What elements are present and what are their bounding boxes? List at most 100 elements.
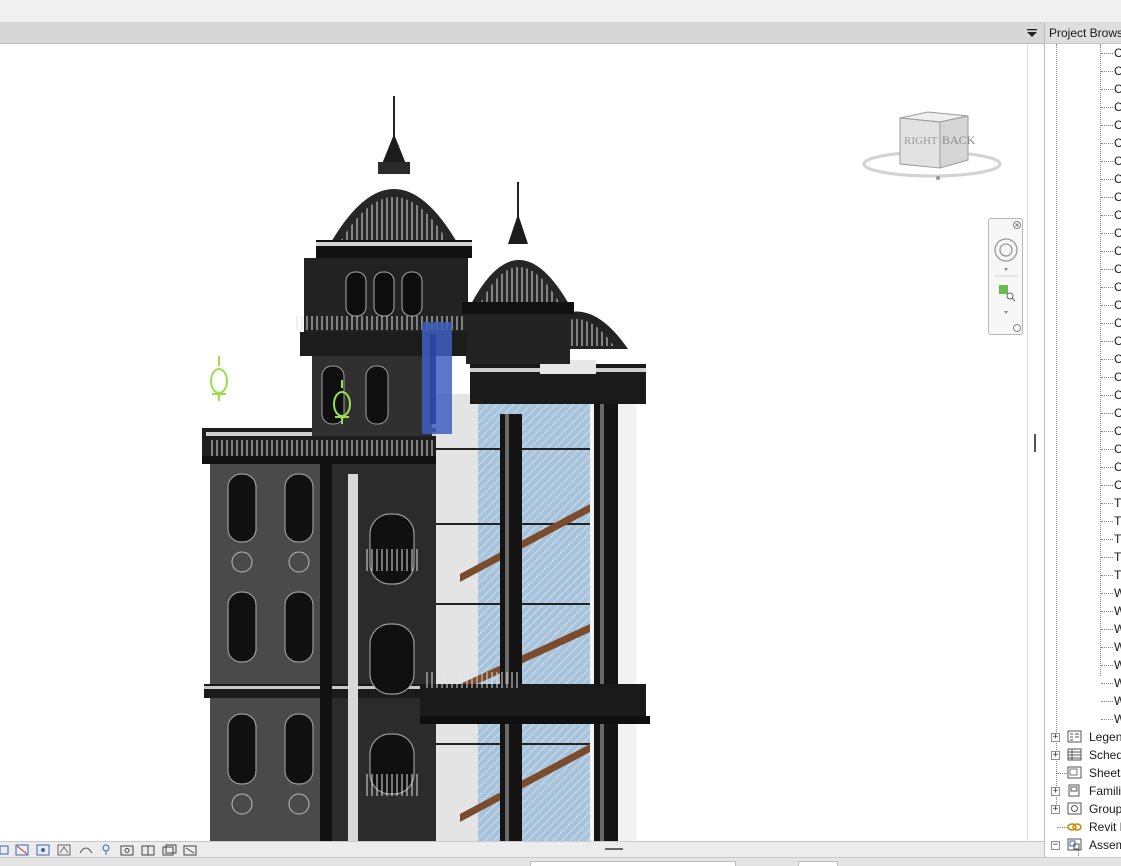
analytical-model-icon[interactable] <box>141 845 155 855</box>
viewcube[interactable]: RIGHT BACK <box>860 104 1005 186</box>
reveal-constraints-icon[interactable] <box>183 845 197 855</box>
browser-view-item[interactable]: C <box>1114 134 1121 152</box>
tree-branch <box>1101 503 1113 504</box>
tree-branch <box>1101 521 1113 522</box>
browser-view-item[interactable]: C <box>1114 314 1121 332</box>
browser-view-item[interactable]: C <box>1114 242 1121 260</box>
browser-view-item[interactable]: C <box>1114 278 1121 296</box>
browser-view-item[interactable]: C <box>1114 206 1121 224</box>
ribbon-bottom-strip <box>0 0 1121 23</box>
expand-toggle[interactable]: − <box>1051 841 1060 850</box>
browser-category-assemblies[interactable]: Assemblies <box>1089 836 1121 854</box>
expand-toggle[interactable]: + <box>1051 787 1060 796</box>
browser-view-item[interactable]: C <box>1114 188 1121 206</box>
close-navbar-icon[interactable] <box>1013 221 1021 229</box>
project-browser-title: Project Browser <box>1045 23 1121 44</box>
tree-branch <box>1101 323 1113 324</box>
tree-branch <box>1057 827 1067 828</box>
temporary-properties-icon[interactable] <box>57 844 71 855</box>
browser-view-item[interactable]: C <box>1114 458 1121 476</box>
expand-toggle[interactable]: + <box>1051 805 1060 814</box>
reveal-hidden-icon[interactable] <box>36 844 50 855</box>
tree-branch <box>1101 305 1113 306</box>
3d-view-canvas[interactable]: RIGHT BACK <box>0 44 1027 841</box>
browser-view-item[interactable]: C <box>1114 170 1121 188</box>
zoom-icon[interactable] <box>999 285 1016 302</box>
browser-category-families[interactable]: Families <box>1089 782 1121 800</box>
group-icon <box>1067 802 1082 815</box>
tree-guide-line <box>1056 44 1057 814</box>
right-dome <box>462 182 574 364</box>
browser-view-item[interactable]: Th <box>1114 512 1121 530</box>
browser-category-legends[interactable]: Legends <box>1089 728 1121 746</box>
tree-branch <box>1057 773 1067 774</box>
browser-category-groups[interactable]: Groups <box>1089 800 1121 818</box>
status-field[interactable] <box>530 861 736 866</box>
browser-view-item[interactable]: Th <box>1114 566 1121 584</box>
tree-branch <box>1101 467 1113 468</box>
view-menu-dropdown-icon[interactable] <box>1026 27 1038 39</box>
tree-branch <box>1101 71 1113 72</box>
zoom-dropdown-icon[interactable] <box>1004 311 1008 314</box>
assembly-item[interactable]: D1 <box>1093 854 1108 857</box>
browser-view-item[interactable]: C <box>1114 152 1121 170</box>
camera-icon[interactable] <box>120 845 134 855</box>
urn-left[interactable] <box>210 356 228 401</box>
browser-view-item[interactable]: C <box>1114 44 1121 62</box>
browser-view-item[interactable]: C <box>1114 62 1121 80</box>
expand-toggle[interactable]: + <box>1051 751 1060 760</box>
browser-category-sheets[interactable]: Sheets <box>1089 764 1121 782</box>
browser-view-item[interactable]: C <box>1114 296 1121 314</box>
tree-branch <box>1101 575 1113 576</box>
browser-view-item[interactable]: C <box>1114 476 1121 494</box>
location-pin-icon[interactable] <box>102 844 110 855</box>
project-browser: Project Browser CCCCCCCCCCCCCCCCCCCCCCCC… <box>1044 23 1121 857</box>
browser-view-item[interactable]: W <box>1114 692 1121 710</box>
browser-view-item[interactable]: C <box>1114 350 1121 368</box>
browser-view-item[interactable]: W <box>1114 710 1121 728</box>
tree-branch <box>1101 701 1113 702</box>
selected-element-highlight[interactable] <box>422 322 452 434</box>
browser-view-item[interactable]: C <box>1114 80 1121 98</box>
browser-category-schedules[interactable]: Schedules/Quantities <box>1089 746 1121 764</box>
browser-view-item[interactable]: C <box>1114 386 1121 404</box>
browser-view-item[interactable]: W <box>1114 620 1121 638</box>
steering-wheel-icon[interactable] <box>994 238 1018 262</box>
tree-branch <box>1101 539 1113 540</box>
browser-view-item[interactable]: C <box>1114 260 1121 278</box>
status-field-2[interactable] <box>798 861 838 866</box>
browser-view-item[interactable]: C <box>1114 368 1121 386</box>
browser-view-item[interactable]: C <box>1114 116 1121 134</box>
tree-branch <box>1101 89 1113 90</box>
assembly-icon <box>1067 838 1082 851</box>
browser-category-revit[interactable]: Revit Links <box>1089 818 1121 836</box>
hide-isolate-icon[interactable] <box>15 844 29 855</box>
browser-view-item[interactable]: C <box>1114 224 1121 242</box>
browser-view-item[interactable]: Th <box>1114 548 1121 566</box>
browser-view-item[interactable]: W <box>1114 602 1121 620</box>
viewcube-right-face: RIGHT <box>904 135 938 147</box>
tree-branch <box>1101 125 1113 126</box>
browser-view-item[interactable]: C <box>1114 332 1121 350</box>
highlight-displacement-icon[interactable] <box>162 844 177 855</box>
browser-view-item[interactable]: C <box>1114 404 1121 422</box>
browser-view-item[interactable]: W <box>1114 638 1121 656</box>
browser-view-item[interactable]: W <box>1114 674 1121 692</box>
viewport-vertical-scrollbar[interactable] <box>1027 44 1044 841</box>
tree-branch <box>1101 593 1113 594</box>
worksharing-icon[interactable] <box>79 847 93 853</box>
crop-region-icon[interactable] <box>0 845 9 854</box>
horizontal-scroll-grip[interactable] <box>605 848 623 850</box>
navbar-options-icon[interactable] <box>1013 324 1021 332</box>
tree-branch <box>1101 395 1113 396</box>
browser-view-item[interactable]: W <box>1114 584 1121 602</box>
browser-view-item[interactable]: Th <box>1114 494 1121 512</box>
browser-view-item[interactable]: C <box>1114 422 1121 440</box>
browser-view-item[interactable]: Th <box>1114 530 1121 548</box>
browser-view-item[interactable]: C <box>1114 98 1121 116</box>
steering-dropdown-icon[interactable] <box>1004 268 1008 271</box>
browser-view-item[interactable]: C <box>1114 440 1121 458</box>
browser-view-item[interactable]: W <box>1114 656 1121 674</box>
scroll-grip[interactable] <box>1034 434 1036 452</box>
expand-toggle[interactable]: + <box>1051 733 1060 742</box>
